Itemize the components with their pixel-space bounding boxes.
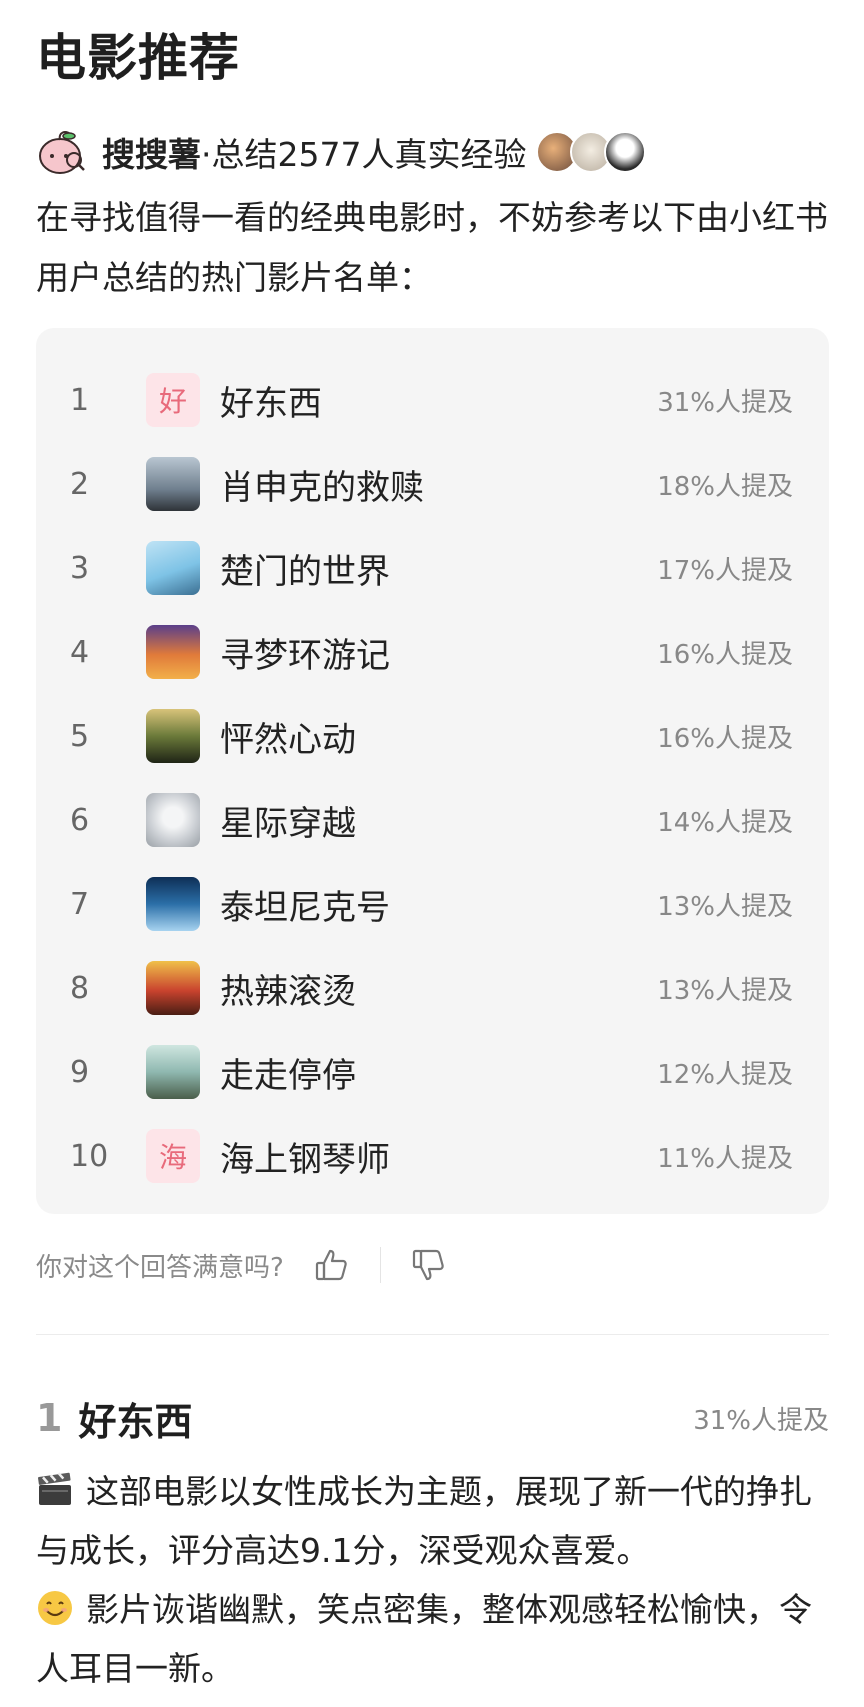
- mention-rate: 16%人提及: [657, 639, 793, 670]
- text-thumb-icon: 海: [146, 1129, 200, 1183]
- avatar: [604, 131, 647, 173]
- movie-name: 好东西: [220, 383, 322, 424]
- feedback-divider: [379, 1247, 381, 1283]
- intro-text: 在寻找值得一看的经典电影时，不妨参考以下由小红书用户总结的热门影片名单：: [36, 198, 828, 297]
- detail-paragraph: 这部电影以女性成长为主题，展现了新一代的挣扎与成长，评分高达9.1分，深受观众喜…: [36, 1462, 836, 1580]
- movie-poster-icon: [146, 709, 200, 763]
- section-divider: [36, 1334, 829, 1335]
- movie-poster-icon: [146, 877, 200, 931]
- mention-rate: 11%人提及: [657, 1143, 793, 1174]
- rank-number: 6: [70, 802, 90, 838]
- rank-number: 2: [70, 466, 90, 502]
- list-item[interactable]: 7 泰坦尼克号 13%人提及: [36, 862, 829, 946]
- rank-number: 10: [70, 1138, 109, 1174]
- ranking-list: 1 好 好东西 31%人提及 2 肖申克的救赎 18%人提及 3 楚门的世界 1…: [36, 328, 829, 1214]
- detail-body: 这部电影以女性成长为主题，展现了新一代的挣扎与成长，评分高达9.1分，深受观众喜…: [36, 1462, 836, 1698]
- rank-number: 5: [70, 718, 90, 754]
- movie-name: 泰坦尼克号: [220, 887, 390, 928]
- source-summary: ·总结2577人真实经验: [201, 135, 527, 174]
- rank-number: 4: [70, 634, 90, 670]
- movie-poster-icon: [146, 793, 200, 847]
- text-thumb-icon: 好: [146, 373, 200, 427]
- list-item[interactable]: 9 走走停停 12%人提及: [36, 1030, 829, 1114]
- mention-rate: 14%人提及: [657, 807, 793, 838]
- rank-number: 3: [70, 550, 90, 586]
- thumbs-down-icon[interactable]: [409, 1245, 449, 1285]
- source-brand: 搜搜薯: [102, 135, 201, 174]
- detail-mention-rate: 31%人提及: [693, 1405, 829, 1436]
- list-item[interactable]: 6 星际穿越 14%人提及: [36, 778, 829, 862]
- movie-name: 楚门的世界: [220, 551, 390, 592]
- feedback-question: 你对这个回答满意吗?: [36, 1252, 284, 1283]
- rank-number: 7: [70, 886, 90, 922]
- clapperboard-emoji-icon: [38, 1472, 71, 1505]
- rank-number: 1: [70, 382, 90, 418]
- thumbs-up-icon[interactable]: [312, 1245, 352, 1285]
- feedback-bar: 你对这个回答满意吗?: [36, 1240, 449, 1290]
- movie-name: 寻梦环游记: [220, 635, 390, 676]
- list-item[interactable]: 1 好 好东西 31%人提及: [36, 358, 829, 442]
- list-item[interactable]: 4 寻梦环游记 16%人提及: [36, 610, 829, 694]
- movie-poster-icon: [146, 457, 200, 511]
- movie-name: 海上钢琴师: [220, 1139, 390, 1180]
- list-item[interactable]: 10 海 海上钢琴师 11%人提及: [36, 1114, 829, 1198]
- detail-text: 影片诙谐幽默，笑点密集，整体观感轻松愉快，令人耳目一新。: [36, 1590, 812, 1688]
- movie-name: 走走停停: [220, 1055, 356, 1096]
- page-title: 电影推荐: [36, 29, 240, 87]
- mention-rate: 31%人提及: [657, 387, 793, 418]
- movie-name: 肖申克的救赎: [220, 467, 424, 508]
- smiley-emoji-icon: [38, 1591, 72, 1625]
- detail-paragraph: 影片诙谐幽默，笑点密集，整体观感轻松愉快，令人耳目一新。: [36, 1580, 836, 1698]
- detail-text: 这部电影以女性成长为主题，展现了新一代的挣扎与成长，评分高达9.1分，深受观众喜…: [36, 1472, 812, 1570]
- movie-poster-icon: [146, 961, 200, 1015]
- movie-poster-icon: [146, 1045, 200, 1099]
- mention-rate: 13%人提及: [657, 975, 793, 1006]
- movie-poster-icon: [146, 625, 200, 679]
- movie-name: 星际穿越: [220, 803, 356, 844]
- movie-poster-icon: [146, 541, 200, 595]
- movie-name: 热辣滚烫: [220, 971, 356, 1012]
- rank-number: 9: [70, 1054, 90, 1090]
- detail-header: 1 好东西 31%人提及: [36, 1388, 829, 1448]
- detail-rank: 1: [36, 1396, 63, 1440]
- rank-number: 8: [70, 970, 90, 1006]
- mention-rate: 12%人提及: [657, 1059, 793, 1090]
- peach-mascot-icon: [39, 131, 85, 174]
- list-item[interactable]: 3 楚门的世界 17%人提及: [36, 526, 829, 610]
- source-row: 搜搜薯·总结2577人真实经验: [36, 124, 647, 180]
- detail-title[interactable]: 好东西: [78, 1391, 693, 1446]
- mention-rate: 17%人提及: [657, 555, 793, 586]
- contributor-avatars[interactable]: [536, 131, 647, 173]
- mention-rate: 18%人提及: [657, 471, 793, 502]
- mention-rate: 16%人提及: [657, 723, 793, 754]
- mention-rate: 13%人提及: [657, 891, 793, 922]
- list-item[interactable]: 8 热辣滚烫 13%人提及: [36, 946, 829, 1030]
- list-item[interactable]: 2 肖申克的救赎 18%人提及: [36, 442, 829, 526]
- movie-name: 怦然心动: [220, 719, 356, 760]
- list-item[interactable]: 5 怦然心动 16%人提及: [36, 694, 829, 778]
